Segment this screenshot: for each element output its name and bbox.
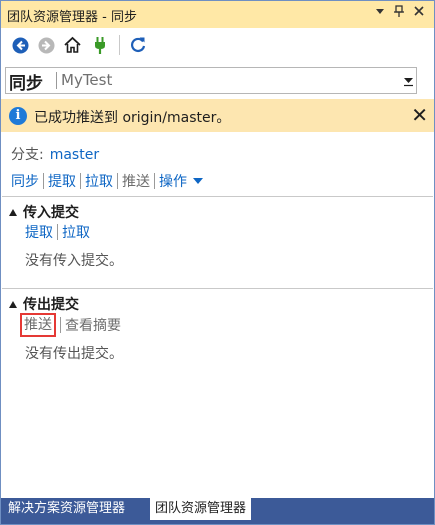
title-bar: 团队资源管理器 - 同步 [1, 1, 434, 28]
link-separator [60, 317, 61, 333]
pin-icon[interactable] [394, 5, 404, 21]
notification-message: 已成功推送到 origin/master。 [34, 110, 231, 126]
sync-actions: 同步 提取 拉取 推送 操作 [11, 171, 203, 191]
window-dropdown-icon[interactable] [375, 5, 385, 19]
branch-value[interactable]: master [50, 147, 99, 163]
sync-link[interactable]: 同步 [11, 171, 39, 191]
section-divider [2, 288, 433, 289]
link-separator [80, 173, 81, 189]
pull-link[interactable]: 拉取 [85, 171, 113, 191]
close-icon[interactable] [414, 5, 424, 19]
section-divider [2, 196, 433, 197]
outgoing-push-link[interactable]: 推送 [20, 313, 56, 337]
toolbar [1, 28, 434, 61]
incoming-pull-link[interactable]: 拉取 [62, 222, 90, 242]
incoming-commits-title: 传入提交 [23, 205, 79, 221]
page-subtitle: MyTest [61, 71, 113, 89]
link-separator [43, 173, 44, 189]
outgoing-actions: 推送 查看摘要 [20, 313, 121, 337]
page-title: 同步 [9, 74, 43, 94]
toolbar-separator [119, 35, 120, 55]
link-separator [57, 224, 58, 240]
tab-team-explorer[interactable]: 团队资源管理器 [150, 498, 252, 520]
chevron-down-icon[interactable] [403, 72, 414, 91]
outgoing-commits-title: 传出提交 [23, 297, 79, 313]
branch-label: 分支: [11, 147, 44, 163]
collapse-triangle-icon[interactable] [9, 300, 17, 308]
bottom-tab-strip: 解决方案资源管理器 团队资源管理器 [1, 498, 434, 524]
info-icon: i [9, 107, 27, 125]
window-title: 团队资源管理器 - 同步 [7, 10, 137, 25]
link-separator [154, 173, 155, 189]
page-title-divider [56, 72, 57, 89]
outgoing-empty-text: 没有传出提交。 [25, 346, 123, 362]
collapse-triangle-icon[interactable] [9, 208, 17, 216]
push-link-disabled: 推送 [122, 174, 150, 190]
home-icon[interactable] [62, 35, 82, 55]
tab-solution-explorer[interactable]: 解决方案资源管理器 [3, 498, 130, 522]
refresh-icon[interactable] [128, 35, 148, 55]
incoming-fetch-link[interactable]: 提取 [25, 222, 53, 242]
outgoing-commits-header[interactable]: 传出提交 [9, 294, 79, 314]
page-selector-dropdown[interactable]: 同步 MyTest [5, 67, 417, 94]
forward-icon[interactable] [36, 35, 56, 55]
incoming-actions: 提取 拉取 [25, 222, 90, 242]
notification-close-button[interactable]: ✕ [411, 103, 428, 127]
incoming-commits-header[interactable]: 传入提交 [9, 202, 79, 222]
branch-line: 分支: master [11, 144, 99, 164]
operations-caret-icon[interactable] [193, 178, 203, 184]
back-icon[interactable] [10, 35, 30, 55]
team-explorer-window: 团队资源管理器 - 同步 同步 MyTest i 已成功推送到 origin/m… [0, 0, 435, 525]
connect-plug-icon[interactable] [90, 35, 110, 55]
link-separator [117, 173, 118, 189]
incoming-empty-text: 没有传入提交。 [25, 253, 123, 269]
fetch-link[interactable]: 提取 [48, 171, 76, 191]
view-summary-link[interactable]: 查看摘要 [65, 315, 121, 335]
operations-menu[interactable]: 操作 [159, 171, 187, 191]
notification-bar: i 已成功推送到 origin/master。 ✕ [1, 99, 434, 132]
